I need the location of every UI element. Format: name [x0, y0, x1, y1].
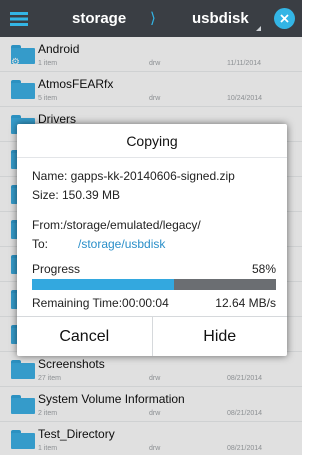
- breadcrumb-separator-icon: ⟩: [150, 10, 156, 27]
- transfer-speed: 12.64 MB/s: [215, 296, 276, 310]
- breadcrumb-usbdisk[interactable]: usbdisk: [192, 0, 249, 37]
- dialog-title: Copying: [17, 124, 287, 158]
- progress-label: Progress: [32, 262, 81, 276]
- menu-button[interactable]: [0, 0, 38, 37]
- source-path-line: From:/storage/emulated/legacy/: [32, 218, 201, 232]
- copy-progress-dialog: Copying Name: gapps-kk-20140606-signed.z…: [17, 124, 287, 356]
- file-name-line: Name: gapps-kk-20140606-signed.zip: [32, 169, 235, 183]
- breadcrumb-storage[interactable]: storage: [72, 0, 126, 37]
- cancel-button[interactable]: Cancel: [17, 317, 153, 356]
- dropdown-corner-icon: [256, 26, 261, 31]
- close-icon: [280, 14, 289, 23]
- top-bar: storage ⟩ usbdisk: [0, 0, 302, 37]
- progress-bar: [32, 279, 276, 290]
- file-size-line: Size: 150.39 MB: [32, 188, 121, 202]
- dialog-buttons: Cancel Hide: [17, 316, 287, 356]
- destination-label: To:: [32, 237, 49, 251]
- progress-percent: 58%: [251, 262, 276, 276]
- close-button[interactable]: [274, 8, 295, 29]
- remaining-time: Remaining Time:00:00:04: [32, 296, 169, 310]
- destination-path: /storage/usbdisk: [78, 237, 166, 251]
- hamburger-icon: [10, 11, 28, 26]
- progress-bar-fill: [32, 279, 174, 290]
- hide-button[interactable]: Hide: [153, 317, 288, 356]
